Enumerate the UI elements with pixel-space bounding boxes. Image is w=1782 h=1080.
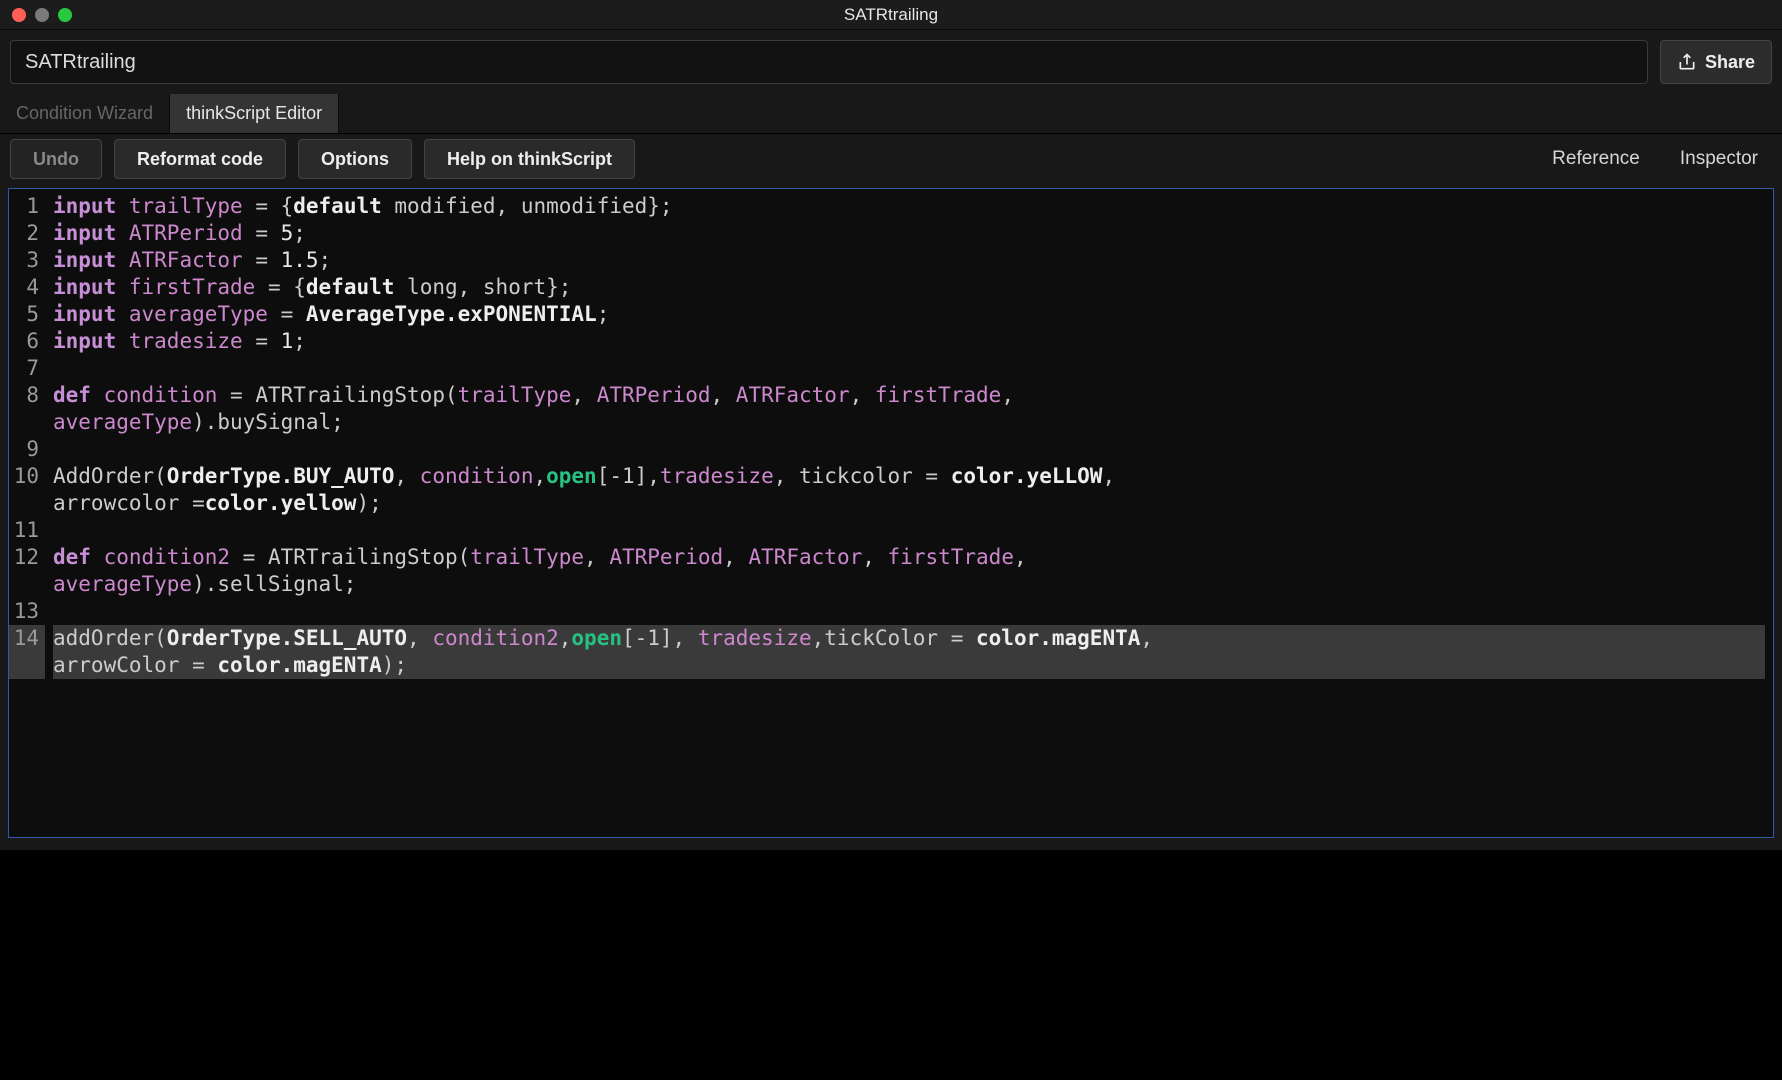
line-number [9, 409, 45, 436]
tab-row: Condition Wizard thinkScript Editor [0, 94, 1782, 134]
code-line: input firstTrade = {default long, short}… [53, 274, 1765, 301]
line-number [9, 652, 45, 679]
line-number: 12 [9, 544, 45, 571]
line-number: 1 [9, 193, 45, 220]
code-line [53, 598, 1765, 625]
titlebar: SATRtrailing [0, 0, 1782, 30]
line-number: 5 [9, 301, 45, 328]
line-number: 6 [9, 328, 45, 355]
code-line: input ATRFactor = 1.5; [53, 247, 1765, 274]
code-line: AddOrder(OrderType.BUY_AUTO, condition,o… [53, 463, 1765, 490]
code-line: addOrder(OrderType.SELL_AUTO, condition2… [53, 625, 1765, 652]
reformat-button[interactable]: Reformat code [114, 139, 286, 179]
code-area[interactable]: input trailType = {default modified, unm… [45, 189, 1773, 837]
window-title: SATRtrailing [0, 5, 1782, 25]
name-row: Share [0, 30, 1782, 94]
reference-link[interactable]: Reference [1538, 148, 1654, 170]
window-controls [0, 8, 72, 22]
code-line: input tradesize = 1; [53, 328, 1765, 355]
line-number: 13 [9, 598, 45, 625]
toolbar: Undo Reformat code Options Help on think… [0, 134, 1782, 184]
line-number-gutter: 1234567891011121314 [9, 189, 45, 837]
share-button[interactable]: Share [1660, 40, 1772, 84]
code-line: input trailType = {default modified, unm… [53, 193, 1765, 220]
line-number: 4 [9, 274, 45, 301]
share-icon [1677, 52, 1697, 72]
code-line [53, 436, 1765, 463]
code-line: input ATRPeriod = 5; [53, 220, 1765, 247]
share-button-label: Share [1705, 52, 1755, 73]
code-line [53, 517, 1765, 544]
line-number: 3 [9, 247, 45, 274]
line-number [9, 571, 45, 598]
code-line: def condition2 = ATRTrailingStop(trailTy… [53, 544, 1765, 571]
line-number: 2 [9, 220, 45, 247]
line-number: 11 [9, 517, 45, 544]
code-line: def condition = ATRTrailingStop(trailTyp… [53, 382, 1765, 409]
code-line: arrowcolor =color.yellow); [53, 490, 1765, 517]
line-number: 8 [9, 382, 45, 409]
line-number [9, 490, 45, 517]
line-number: 14 [9, 625, 45, 652]
minimize-icon[interactable] [35, 8, 49, 22]
code-line: averageType).buySignal; [53, 409, 1765, 436]
study-name-input[interactable] [10, 40, 1648, 84]
code-editor[interactable]: 1234567891011121314 input trailType = {d… [8, 188, 1774, 838]
code-line [53, 355, 1765, 382]
help-button[interactable]: Help on thinkScript [424, 139, 635, 179]
close-icon[interactable] [12, 8, 26, 22]
options-button[interactable]: Options [298, 139, 412, 179]
tab-thinkscript-editor[interactable]: thinkScript Editor [170, 94, 339, 133]
tab-condition-wizard[interactable]: Condition Wizard [0, 94, 170, 133]
editor-window: SATRtrailing Share Condition Wizard thin… [0, 0, 1782, 850]
line-number: 10 [9, 463, 45, 490]
undo-button[interactable]: Undo [10, 139, 102, 179]
code-line: input averageType = AverageType.exPONENT… [53, 301, 1765, 328]
line-number: 7 [9, 355, 45, 382]
line-number: 9 [9, 436, 45, 463]
code-line: averageType).sellSignal; [53, 571, 1765, 598]
code-line: arrowColor = color.magENTA); [53, 652, 1765, 679]
zoom-icon[interactable] [58, 8, 72, 22]
inspector-link[interactable]: Inspector [1666, 148, 1772, 170]
